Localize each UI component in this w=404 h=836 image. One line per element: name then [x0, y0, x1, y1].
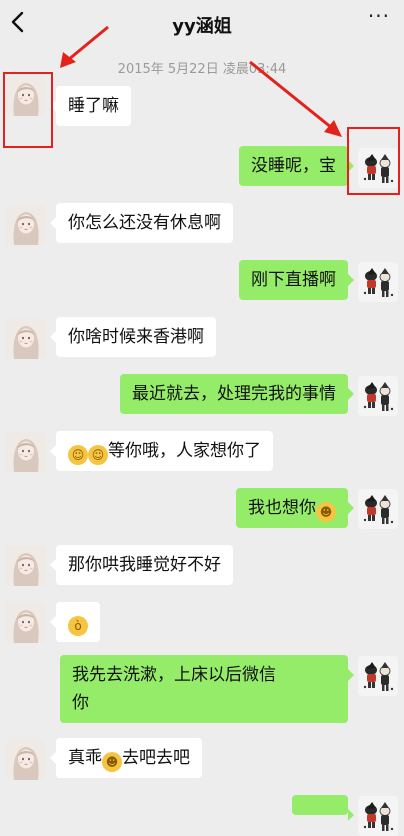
grin-emoji: ☻: [102, 752, 122, 772]
message-line: 我先去洗漱，上床以后微信: [72, 665, 276, 685]
blush-hands-emoji: ☺: [88, 445, 108, 465]
contact-avatar[interactable]: [6, 205, 46, 245]
sent-message: 最近就去，处理完我的事情: [120, 374, 354, 414]
arrow-line-right: [249, 60, 333, 130]
self-avatar[interactable]: [358, 656, 398, 696]
sent-message: 我也想你 ☻: [236, 488, 354, 528]
received-message: 你啥时候来香港啊: [50, 317, 216, 357]
received-message: ☺ ☺ 等你哦，人家想你了: [50, 431, 273, 471]
sent-message: 我先去洗漱，上床以后微信 你: [60, 655, 354, 723]
contact-avatar[interactable]: [6, 319, 46, 359]
received-message: 你怎么还没有休息啊: [50, 203, 233, 243]
annotation-arrows: [60, 25, 342, 137]
self-avatar[interactable]: [358, 262, 398, 302]
self-avatar[interactable]: [358, 796, 398, 836]
angry-emoji: ò: [68, 616, 88, 636]
sent-message-partial: [292, 795, 354, 821]
contact-avatar[interactable]: [6, 432, 46, 472]
sent-message: 刚下直播啊: [239, 260, 354, 300]
message-text: 真乖: [68, 748, 102, 768]
message-text: 去吧去吧: [122, 748, 190, 768]
message-text: 等你哦，人家想你了: [108, 441, 261, 461]
smile-emoji: ☻: [316, 502, 336, 522]
received-message: 真乖 ☻ 去吧去吧: [50, 738, 202, 778]
message-line: 你: [72, 693, 89, 713]
contact-avatar[interactable]: [6, 740, 46, 780]
received-message: ò: [50, 602, 100, 642]
self-avatar[interactable]: [358, 489, 398, 529]
self-avatar[interactable]: [358, 376, 398, 416]
contact-avatar[interactable]: [6, 603, 46, 643]
blush-hands-emoji: ☺: [68, 445, 88, 465]
received-message: 那你哄我睡觉好不好: [50, 545, 233, 585]
message-text: 我也想你: [248, 498, 316, 518]
arrow-line-left: [67, 25, 109, 62]
contact-avatar[interactable]: [6, 546, 46, 586]
